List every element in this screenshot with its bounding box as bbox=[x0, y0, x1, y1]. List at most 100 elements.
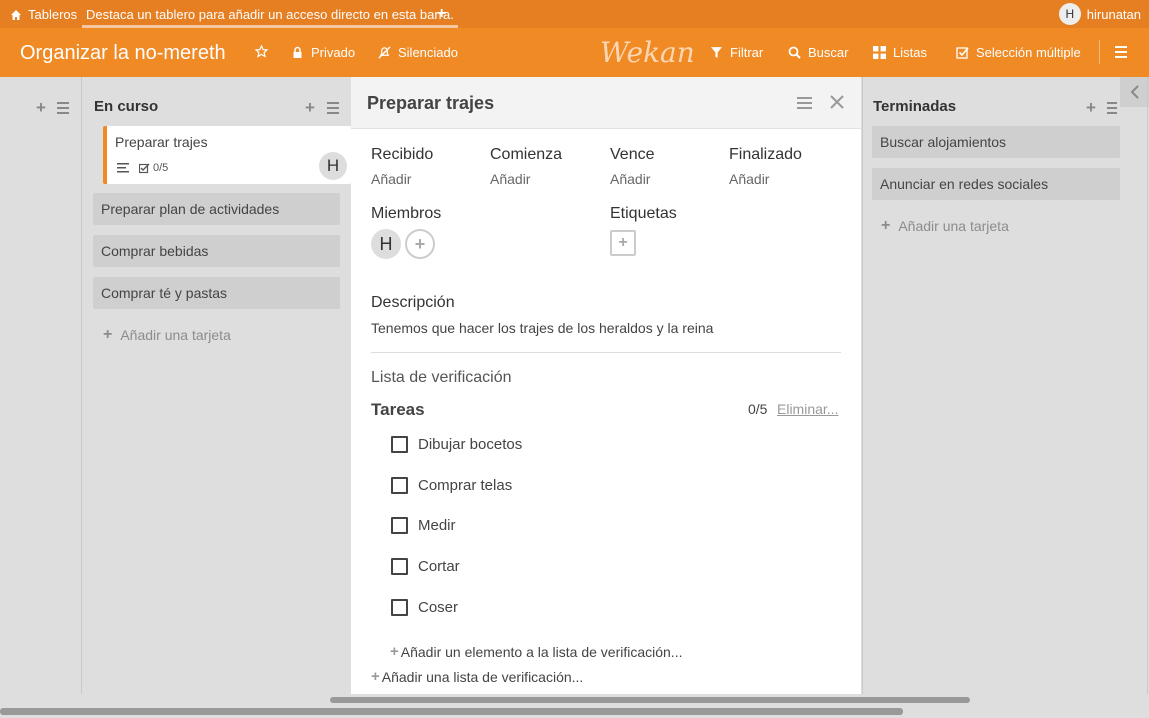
add-shortcut-button[interactable]: + bbox=[437, 5, 446, 23]
checklist-item[interactable]: Medir bbox=[391, 517, 456, 534]
star-button[interactable] bbox=[255, 45, 268, 58]
sidebar-edge bbox=[1147, 77, 1148, 694]
add-card-label: Añadir una tarjeta bbox=[898, 218, 1009, 234]
board-title[interactable]: Organizar la no-mereth bbox=[20, 42, 226, 65]
card-member-avatar[interactable]: H bbox=[319, 152, 347, 180]
member-avatar[interactable]: H bbox=[371, 229, 401, 259]
list-card[interactable]: Comprar bebidas bbox=[93, 235, 340, 267]
checklist-count: 0/5 bbox=[153, 162, 169, 174]
due-add-link[interactable]: Añadir bbox=[610, 171, 650, 187]
delete-checklist-link[interactable]: Eliminar... bbox=[777, 401, 838, 417]
boards-link[interactable]: Tableros bbox=[10, 7, 77, 22]
add-member-button[interactable]: + bbox=[405, 229, 435, 259]
description-text[interactable]: Tenemos que hacer los trajes de los hera… bbox=[371, 320, 713, 336]
checklist-icon bbox=[139, 163, 150, 173]
add-checklist-label: Añadir una lista de verificación... bbox=[381, 668, 584, 685]
card-details-panel: Preparar trajes Recibido Añadir Comienza… bbox=[351, 77, 861, 694]
lists-view-button[interactable]: Listas bbox=[873, 45, 927, 60]
watch-button[interactable]: Silenciado bbox=[378, 45, 458, 60]
received-add-link[interactable]: Añadir bbox=[371, 171, 411, 187]
checklist-item-label: Coser bbox=[418, 599, 459, 616]
end-label: Finalizado bbox=[729, 146, 802, 163]
checkbox[interactable] bbox=[391, 599, 408, 616]
card-details-menu-icon[interactable] bbox=[797, 97, 812, 112]
horizontal-scrollbar[interactable] bbox=[330, 697, 970, 703]
end-add-link[interactable]: Añadir bbox=[729, 171, 769, 187]
start-label: Comienza bbox=[490, 146, 563, 163]
description-icon bbox=[117, 163, 129, 173]
close-icon[interactable] bbox=[829, 90, 845, 116]
list-card[interactable]: Anunciar en redes sociales bbox=[872, 168, 1120, 200]
search-icon bbox=[788, 46, 801, 59]
list-menu-icon[interactable] bbox=[327, 102, 339, 117]
list-card[interactable]: Preparar plan de actividades bbox=[93, 193, 340, 225]
card-details-header: Preparar trajes bbox=[351, 77, 861, 129]
checkbox[interactable] bbox=[391, 477, 408, 494]
checklist-item-label: Cortar bbox=[418, 558, 460, 575]
multiselect-button[interactable]: Selección múltiple bbox=[956, 45, 1081, 60]
add-list-icon[interactable]: + bbox=[36, 99, 46, 116]
list-card[interactable]: Comprar té y pastas bbox=[93, 277, 340, 309]
list-divider bbox=[81, 77, 82, 694]
list-card[interactable]: Buscar alojamientos bbox=[872, 126, 1120, 158]
due-label: Vence bbox=[610, 146, 655, 163]
list-title[interactable]: En curso bbox=[94, 98, 158, 115]
checkbox[interactable] bbox=[391, 558, 408, 575]
user-menu[interactable]: H hirunatan bbox=[1058, 3, 1141, 25]
card-details-title[interactable]: Preparar trajes bbox=[367, 93, 494, 114]
list-title[interactable]: Terminadas bbox=[873, 98, 956, 115]
search-button[interactable]: Buscar bbox=[788, 45, 848, 60]
add-card-top-icon[interactable]: + bbox=[305, 99, 315, 116]
checklist-item-label: Medir bbox=[418, 517, 456, 534]
card-title: Anunciar en redes sociales bbox=[880, 176, 1049, 192]
lock-icon bbox=[293, 46, 302, 58]
privacy-label: Privado bbox=[311, 45, 356, 60]
received-label: Recibido bbox=[371, 146, 434, 163]
checklist-item-label: Dibujar bocetos bbox=[418, 436, 523, 453]
multiselect-label: Selección múltiple bbox=[976, 45, 1081, 60]
description-label: Descripción bbox=[371, 294, 455, 311]
checklist-name[interactable]: Tareas bbox=[371, 400, 425, 420]
page-horizontal-scrollbar[interactable] bbox=[0, 708, 903, 715]
filter-button[interactable]: Filtrar bbox=[710, 45, 763, 60]
card-title: Preparar trajes bbox=[115, 134, 208, 150]
checklist-item[interactable]: Dibujar bocetos bbox=[391, 436, 522, 453]
add-checklist-item-button[interactable]: + Añadir un elemento a la lista de verif… bbox=[390, 643, 682, 660]
card-badges: 0/5 bbox=[117, 162, 168, 174]
add-card-button[interactable]: + Añadir una tarjeta bbox=[103, 326, 231, 344]
checklist-badge: 0/5 bbox=[139, 162, 168, 174]
chevron-left-icon bbox=[1130, 85, 1139, 99]
search-label: Buscar bbox=[808, 45, 849, 60]
checkbox[interactable] bbox=[391, 517, 408, 534]
sidebar-toggle[interactable] bbox=[1120, 77, 1149, 107]
add-card-button[interactable]: + Añadir una tarjeta bbox=[881, 217, 1009, 235]
plus-icon: + bbox=[881, 217, 891, 234]
checkbox[interactable] bbox=[391, 436, 408, 453]
card-title: Comprar té y pastas bbox=[101, 285, 228, 301]
start-add-link[interactable]: Añadir bbox=[490, 171, 530, 187]
board-menu-icon[interactable] bbox=[1115, 46, 1127, 61]
list-menu-icon[interactable] bbox=[57, 102, 69, 117]
home-icon bbox=[11, 9, 21, 20]
checklist-section-title: Lista de verificación bbox=[371, 369, 512, 386]
add-checklist-button[interactable]: + Añadir una lista de verificación... bbox=[371, 668, 583, 685]
card-title: Comprar bebidas bbox=[101, 243, 209, 259]
add-label-button[interactable]: + bbox=[610, 230, 636, 256]
card-title: Preparar plan de actividades bbox=[101, 201, 280, 217]
top-bar: Tableros Destaca un tablero para añadir … bbox=[0, 0, 1149, 28]
checklist-item[interactable]: Coser bbox=[391, 599, 458, 616]
add-checklist-item-label: Añadir un elemento a la lista de verific… bbox=[400, 643, 683, 660]
checklist-item[interactable]: Comprar telas bbox=[391, 477, 512, 494]
grid-icon bbox=[873, 46, 886, 59]
card-active[interactable]: Preparar trajes 0/5 H bbox=[103, 126, 351, 184]
username: hirunatan bbox=[1086, 6, 1141, 22]
checkbox-checked-icon bbox=[956, 47, 969, 59]
add-card-top-icon[interactable]: + bbox=[1086, 99, 1096, 116]
list-divider bbox=[862, 77, 863, 694]
shortcut-tip: Destaca un tablero para añadir un acceso… bbox=[82, 0, 458, 28]
list-menu-icon[interactable] bbox=[1107, 102, 1117, 117]
privacy-button[interactable]: Privado bbox=[291, 45, 355, 60]
checklist-item[interactable]: Cortar bbox=[391, 558, 460, 575]
header-divider bbox=[1099, 40, 1100, 64]
plus-icon: + bbox=[390, 643, 399, 660]
